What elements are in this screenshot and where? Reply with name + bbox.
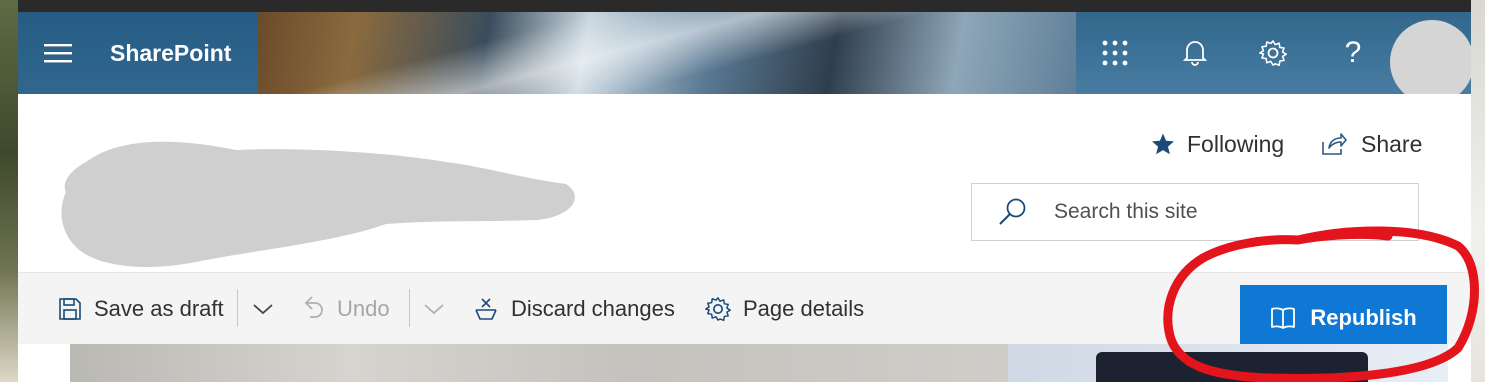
- chevron-down-icon: [424, 304, 444, 315]
- site-header: Following Share: [18, 94, 1471, 272]
- content-image: [70, 344, 1008, 382]
- undo-icon: [304, 296, 323, 318]
- gear-icon[interactable]: [1251, 12, 1295, 94]
- divider: [409, 289, 410, 327]
- background-edge-left: [0, 0, 18, 382]
- undo-options-dropdown[interactable]: [423, 273, 449, 345]
- content-device-image: [1096, 352, 1368, 382]
- undo-button[interactable]: Undo: [303, 273, 390, 345]
- undo-label: Undo: [337, 296, 390, 321]
- redacted-site-title: [61, 141, 575, 267]
- save-icon: [59, 298, 81, 320]
- share-icon: [1322, 133, 1347, 155]
- page-details-button[interactable]: Page details: [705, 273, 864, 345]
- republish-button[interactable]: Republish: [1240, 285, 1447, 351]
- browser-window: SharePoint ? Following Share Search this…: [18, 12, 1471, 382]
- following-label: Following: [1187, 130, 1285, 157]
- divider: [237, 289, 238, 327]
- background-edge-right: [1471, 0, 1485, 382]
- save-as-draft-button[interactable]: Save as draft: [58, 273, 224, 345]
- hamburger-menu-icon[interactable]: [28, 12, 88, 94]
- search-input[interactable]: [1054, 200, 1394, 224]
- site-search-box[interactable]: [971, 183, 1419, 241]
- republish-label: Republish: [1310, 305, 1417, 330]
- following-button[interactable]: Following: [1151, 130, 1284, 158]
- book-icon: [1271, 307, 1296, 329]
- gear-icon: [705, 297, 731, 322]
- share-label: Share: [1361, 130, 1423, 157]
- help-icon[interactable]: ?: [1331, 12, 1375, 94]
- save-as-draft-label: Save as draft: [94, 296, 224, 321]
- avatar[interactable]: [1390, 20, 1471, 104]
- screen-bezel: [0, 0, 1485, 12]
- discard-changes-label: Discard changes: [511, 296, 675, 321]
- page-details-label: Page details: [743, 296, 865, 321]
- banner-photo: [258, 12, 1076, 94]
- discard-icon: [475, 298, 497, 320]
- bell-icon[interactable]: [1173, 12, 1217, 94]
- star-icon: [1152, 133, 1174, 155]
- search-icon: [972, 197, 1054, 227]
- discard-changes-button[interactable]: Discard changes: [473, 273, 675, 345]
- brand-name[interactable]: SharePoint: [110, 12, 231, 94]
- page-content-preview: [18, 344, 1471, 382]
- page-command-bar: Save as draft Undo Discard changes Page …: [18, 272, 1471, 351]
- share-button[interactable]: Share: [1321, 130, 1422, 158]
- app-launcher-icon[interactable]: [1093, 12, 1137, 94]
- chevron-down-icon: [253, 304, 273, 315]
- suite-bar: SharePoint ?: [18, 12, 1471, 94]
- save-options-dropdown[interactable]: [252, 273, 278, 345]
